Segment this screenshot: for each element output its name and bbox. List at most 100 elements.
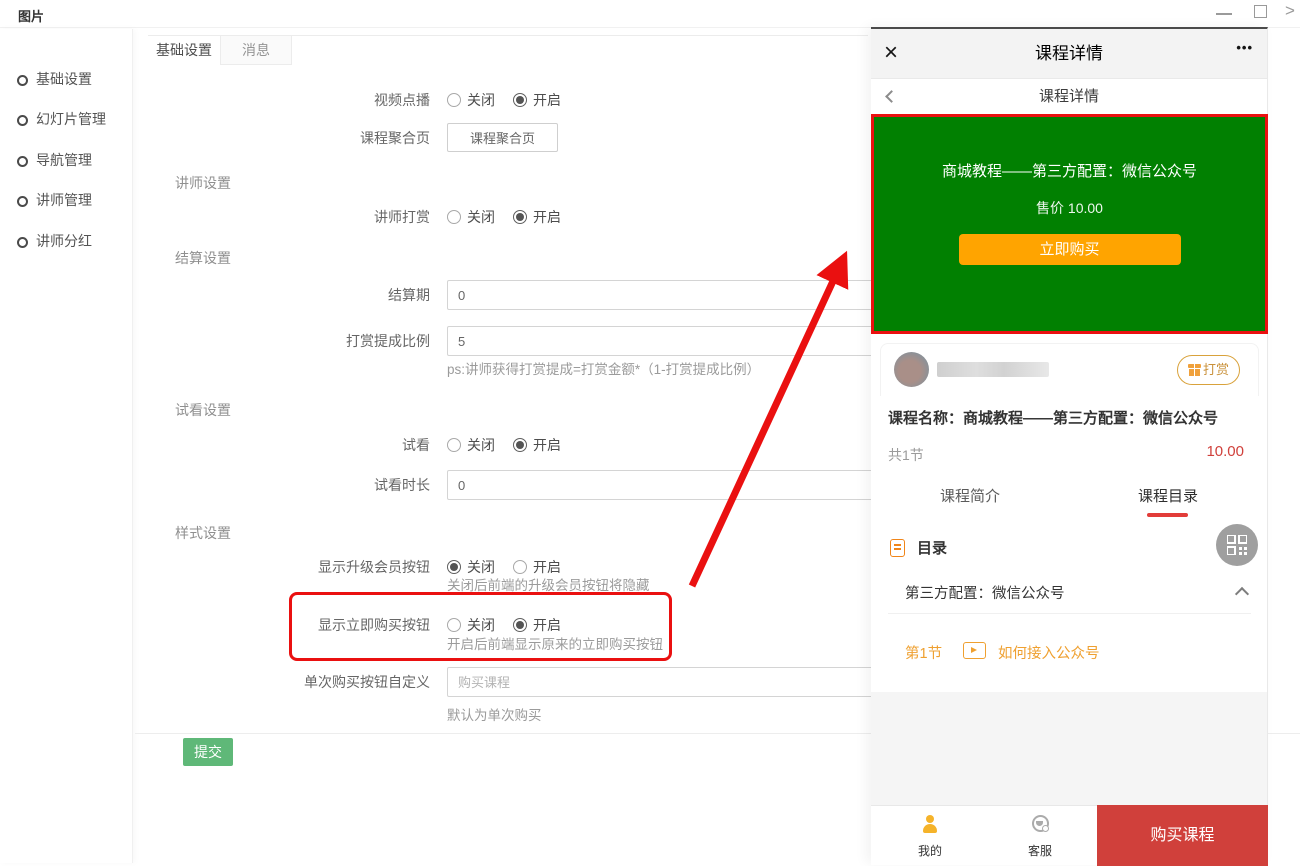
- tabbar-item-mine[interactable]: 我的: [895, 806, 965, 866]
- radio-label: 关闭: [467, 559, 495, 575]
- gift-icon: [1188, 364, 1201, 376]
- banner-price: 售价 10.00: [874, 198, 1265, 218]
- more-icon[interactable]: •••: [1236, 40, 1253, 55]
- wechat-title: 课程详情: [871, 29, 1267, 79]
- radio-label: 开启: [533, 92, 561, 108]
- reward-button[interactable]: 打赏: [1177, 355, 1240, 385]
- circle-icon: [17, 75, 28, 86]
- lesson-row[interactable]: 第1节 如何接入公众号: [871, 635, 1267, 669]
- section-trial-settings: 试看设置: [175, 395, 231, 425]
- course-banner: 商城教程——第三方配置：微信公众号 售价 10.00 立即购买: [874, 117, 1265, 331]
- section-style-settings: 样式设置: [175, 518, 231, 548]
- active-tab-underline: [1147, 513, 1188, 517]
- purchase-course-button[interactable]: 购买课程: [1097, 805, 1268, 866]
- avatar: [894, 352, 929, 387]
- chevron-right-icon[interactable]: >: [1285, 1, 1295, 21]
- blurred-username: [937, 362, 1049, 377]
- phone-preview: × 课程详情 ••• 课程详情 商城教程——第三方配置：微信公众号 售价 10.…: [871, 27, 1268, 863]
- buy-now-button[interactable]: 立即购买: [959, 234, 1181, 265]
- tabbar-item-service[interactable]: 客服: [1005, 806, 1075, 866]
- chapter-row[interactable]: 第三方配置：微信公众号: [871, 577, 1267, 609]
- course-tabs: 课程简介 课程目录: [871, 484, 1267, 520]
- field-label: 试看时长: [60, 470, 430, 500]
- radio-label: 关闭: [467, 617, 495, 633]
- window-titlebar: 图片 >: [0, 0, 1300, 28]
- radio-label: 开启: [533, 559, 561, 575]
- lesson-count: 共1节: [888, 445, 924, 465]
- radio-video-off[interactable]: [447, 93, 461, 107]
- upgrade-button-note: 关闭后前端的升级会员按钮将隐藏: [447, 576, 650, 596]
- page-navbar: 课程详情: [871, 80, 1267, 114]
- headset-icon: [1032, 815, 1049, 832]
- tab-course-catalog[interactable]: 课程目录: [1069, 484, 1267, 510]
- tab-basic-settings[interactable]: 基础设置: [148, 36, 220, 65]
- phone-tabbar: 我的 客服 购买课程: [871, 805, 1267, 865]
- radio-trial-on[interactable]: [513, 438, 527, 452]
- content-spacer: [871, 692, 1267, 805]
- lesson-title: 如何接入公众号: [998, 642, 1100, 663]
- tab-course-intro[interactable]: 课程简介: [871, 484, 1069, 510]
- circle-icon: [17, 115, 28, 126]
- radio-label: 关闭: [467, 209, 495, 225]
- teacher-card: 打赏: [880, 343, 1259, 396]
- field-label: 结算期: [60, 280, 430, 310]
- navbar-title: 课程详情: [871, 80, 1267, 114]
- course-name: 课程名称：商城教程——第三方配置：微信公众号: [888, 407, 1218, 428]
- maximize-icon[interactable]: [1254, 5, 1267, 18]
- video-play-icon: [963, 642, 986, 659]
- radio-label: 开启: [533, 209, 561, 225]
- content-tabstrip: 基础设置 消息: [148, 35, 868, 65]
- tabbar-label: 我的: [895, 842, 965, 859]
- radio-label: 关闭: [467, 92, 495, 108]
- qrcode-icon: [1227, 535, 1247, 555]
- radio-buynow-off[interactable]: [447, 618, 461, 632]
- radio-video-on[interactable]: [513, 93, 527, 107]
- field-label: 显示升级会员按钮: [60, 552, 430, 582]
- radio-reward-on[interactable]: [513, 210, 527, 224]
- field-label: 讲师打赏: [60, 202, 430, 232]
- field-label: 单次购买按钮自定义: [60, 667, 430, 697]
- radio-upgrade-on[interactable]: [513, 560, 527, 574]
- chapter-divider: [888, 613, 1251, 614]
- user-icon: [922, 815, 938, 835]
- tab-message[interactable]: 消息: [220, 36, 292, 65]
- course-price: 10.00: [1206, 443, 1244, 460]
- field-label: 显示立即购买按钮: [60, 610, 430, 640]
- circle-icon: [17, 237, 28, 248]
- tabbar-label: 客服: [1005, 842, 1075, 859]
- custom-buy-note: 默认为单次购买: [447, 706, 542, 726]
- banner-course-title: 商城教程——第三方配置：微信公众号: [874, 160, 1265, 181]
- submit-button[interactable]: 提交: [183, 738, 233, 766]
- minimize-icon[interactable]: [1216, 13, 1232, 15]
- section-teacher-settings: 讲师设置: [175, 168, 231, 198]
- radio-reward-off[interactable]: [447, 210, 461, 224]
- radio-label: 开启: [533, 617, 561, 633]
- document-icon: [890, 539, 905, 557]
- circle-icon: [17, 156, 28, 167]
- sidebar-item-label: 导航管理: [36, 152, 92, 168]
- radio-label: 关闭: [467, 437, 495, 453]
- catalog-header: 目录: [871, 534, 1267, 564]
- banner-highlight-box: 商城教程——第三方配置：微信公众号 售价 10.00 立即购买: [871, 114, 1268, 334]
- catalog-title: 目录: [917, 537, 947, 558]
- field-label: 试看: [60, 430, 430, 460]
- radio-buynow-on[interactable]: [513, 618, 527, 632]
- field-label: 课程聚合页: [60, 123, 430, 153]
- radio-upgrade-off[interactable]: [447, 560, 461, 574]
- sidebar-item-label: 讲师分红: [36, 233, 92, 249]
- circle-icon: [17, 196, 28, 207]
- field-label: 视频点播: [60, 85, 430, 115]
- aggregation-page-button[interactable]: 课程聚合页: [447, 123, 558, 152]
- lesson-number: 第1节: [905, 642, 942, 663]
- chevron-up-icon: [1235, 587, 1249, 601]
- radio-label: 开启: [533, 437, 561, 453]
- field-label: 打赏提成比例: [60, 326, 430, 356]
- buy-button-note: 开启后前端显示原来的立即购买按钮: [447, 635, 663, 655]
- reward-ratio-note: ps:讲师获得打赏提成=打赏金额*（1-打赏提成比例）: [447, 360, 760, 380]
- radio-trial-off[interactable]: [447, 438, 461, 452]
- qrcode-button[interactable]: [1216, 524, 1258, 566]
- reward-button-label: 打赏: [1203, 362, 1229, 377]
- chapter-title: 第三方配置：微信公众号: [905, 582, 1065, 603]
- section-settlement-settings: 结算设置: [175, 243, 231, 273]
- page-title: 图片: [18, 6, 44, 25]
